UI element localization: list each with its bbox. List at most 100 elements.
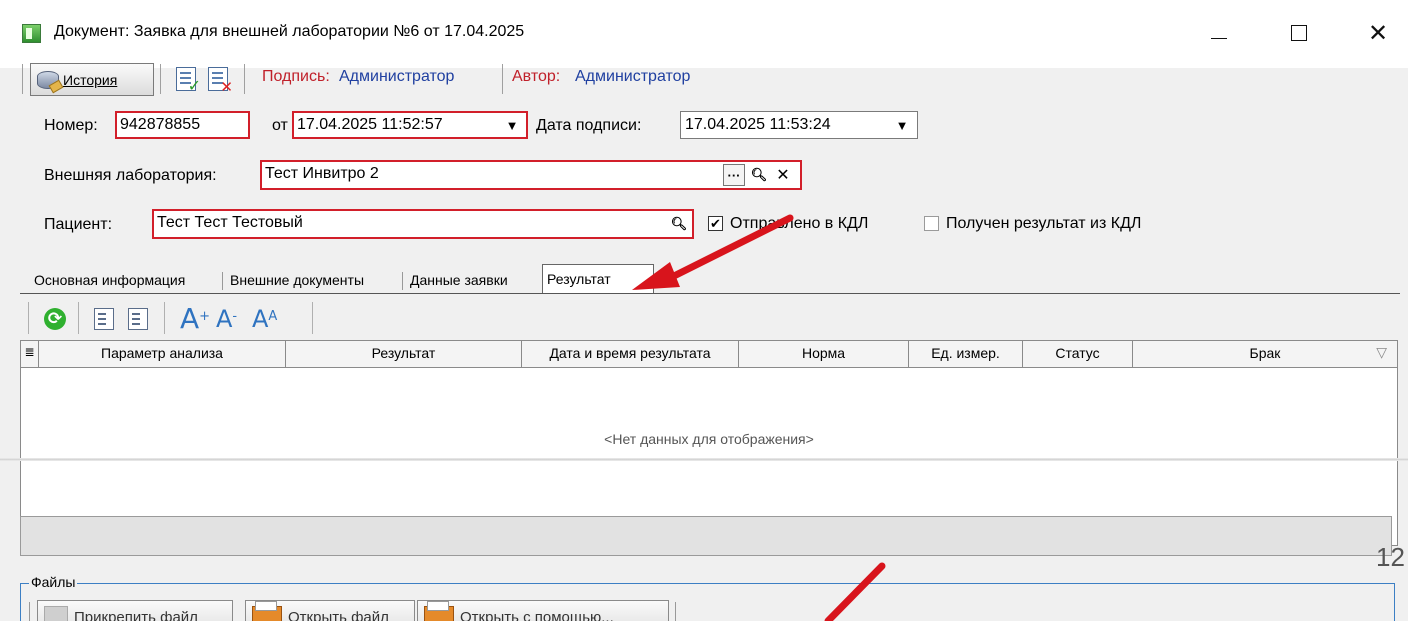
received-label: Получен результат из КДЛ [946,215,1142,232]
tab-main-info[interactable]: Основная информация [30,266,189,294]
title-bar: Документ: Заявка для внешней лаборатории… [0,0,1408,68]
attach-file-button[interactable]: Прикрепить файл [37,600,233,621]
sent-checkbox[interactable]: ✔ [708,216,723,231]
unsign-document-icon[interactable] [208,67,233,96]
history-label: История [63,71,118,88]
document-toolbar: История Подпись: Администратор Автор: Ад… [14,60,1398,98]
column-header-defect-label: Брак [1249,345,1281,361]
open-with-folder-icon [424,601,454,621]
screenshot-tear-line [0,458,1408,461]
tab-external-docs[interactable]: Внешние документы [226,266,368,294]
grid-toolbar: ⟳ A+ A- AA [20,296,1398,340]
open-with-label: Открыть с помощью... [460,608,614,621]
toolbar-separator [164,302,165,334]
toolbar-separator [244,64,245,94]
tab-separator [222,272,223,290]
column-header-defect[interactable]: Брак ▽ [1133,341,1397,367]
lab-clear-button[interactable]: ✕ [772,164,794,186]
sign-date-label: Дата подписи: [536,117,642,134]
document-app-icon [22,24,41,43]
open-folder-icon [252,601,282,621]
sent-label: Отправлено в КДЛ [730,215,869,232]
from-date-dropdown[interactable]: ▼ [500,113,524,137]
number-label: Номер: [44,117,98,134]
toolbar-separator [502,64,503,94]
open-file-label: Открыть файл [288,608,389,621]
lab-field[interactable]: Тест Инвитро 2 [260,160,802,190]
received-checkbox[interactable] [924,216,939,231]
attach-file-icon [44,606,68,621]
tab-request-data[interactable]: Данные заявки [406,266,512,294]
open-file-button[interactable]: Открыть файл [245,600,415,621]
refresh-icon[interactable]: ⟳ [44,308,66,330]
open-with-button[interactable]: Открыть с помощью... [417,600,669,621]
signature-label: Подпись: [262,68,330,85]
from-date-field[interactable]: 17.04.2025 11:52:57 [292,111,528,139]
empty-grid-message: <Нет данных для отображения> [604,431,814,447]
grid-header: ≣ Параметр анализа Результат Дата и врем… [21,341,1397,368]
page-number: 12 [1376,542,1405,572]
lab-select-button[interactable]: ··· [723,164,745,186]
files-group: Файлы Прикрепить файл Открыть файл Откры… [20,574,1395,621]
dropdown-arrow-icon: ▼ [895,117,909,133]
toolbar-separator [675,602,676,621]
column-header-datetime[interactable]: Дата и время результата [522,341,739,367]
columns-export-icon[interactable] [94,308,114,330]
toolbar-separator [312,302,313,334]
signature-value: Администратор [339,68,455,85]
tab-result[interactable]: Результат [542,264,654,294]
attach-file-label: Прикрепить файл [74,608,198,621]
clear-icon: ✕ [776,167,790,184]
sign-date-field[interactable]: 17.04.2025 11:53:24 [680,111,918,139]
column-header-norm[interactable]: Норма [739,341,909,367]
close-button[interactable]: ✕ [1358,16,1398,50]
toolbar-separator [22,64,23,94]
search-icon: 🔍︎ [750,167,768,182]
patient-field[interactable]: Тест Тест Тестовый [152,209,694,239]
sign-document-icon[interactable] [176,67,201,96]
patient-value: Тест Тест Тестовый [157,214,303,231]
sign-date-value: 17.04.2025 11:53:24 [685,116,831,133]
search-icon: 🔍︎ [670,216,688,231]
files-legend: Файлы [29,574,78,590]
toolbar-separator [78,302,79,334]
minimize-icon [1211,37,1227,39]
font-increase-icon[interactable]: A+ [180,302,210,336]
patient-label: Пациент: [44,216,113,233]
author-value: Администратор [575,68,691,85]
dropdown-arrow-icon: ▼ [505,117,519,133]
minimize-button[interactable] [1199,16,1239,50]
author-label: Автор: [512,68,561,85]
column-header-status[interactable]: Статус [1023,341,1133,367]
document-window: Документ: Заявка для внешней лаборатории… [0,0,1408,621]
patient-search-button[interactable]: 🔍︎ [668,213,690,235]
font-reset-icon[interactable]: AA [252,302,277,336]
lab-value: Тест Инвитро 2 [265,165,379,182]
tab-separator [402,272,403,290]
maximize-icon [1291,25,1307,41]
number-field[interactable]: 942878855 [115,111,250,139]
sign-date-dropdown[interactable]: ▼ [890,113,914,137]
column-header-parameter[interactable]: Параметр анализа [39,341,286,367]
columns-import-icon[interactable] [128,308,148,330]
maximize-button[interactable] [1279,16,1319,50]
tab-baseline [20,293,1400,294]
toolbar-separator [160,64,161,94]
column-chooser-icon[interactable]: ≣ [21,341,39,367]
column-header-unit[interactable]: Ед. измер. [909,341,1023,367]
from-label: от [272,117,288,134]
toolbar-separator [29,602,30,621]
font-decrease-icon[interactable]: A- [216,302,237,336]
close-icon: ✕ [1367,19,1389,47]
filter-icon[interactable]: ▽ [1376,344,1387,361]
lab-label: Внешняя лаборатория: [44,167,217,184]
grid-footer-panel [20,516,1392,556]
lab-search-button[interactable]: 🔍︎ [748,164,770,186]
from-date-value: 17.04.2025 11:52:57 [297,116,443,133]
database-history-icon [37,70,59,89]
history-button[interactable]: История [30,63,154,96]
ellipsis-icon: ··· [727,167,741,183]
column-header-result[interactable]: Результат [286,341,522,367]
window-title: Документ: Заявка для внешней лаборатории… [54,23,525,40]
toolbar-separator [28,302,29,334]
